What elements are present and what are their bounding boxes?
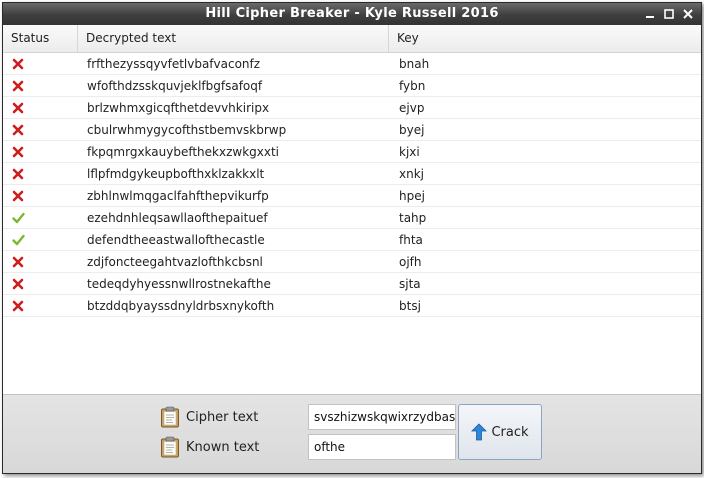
status-cell: [3, 278, 77, 290]
error-x-icon: [12, 278, 24, 289]
column-header-decrypted-text[interactable]: Decrypted text: [77, 25, 388, 52]
key-cell: byej: [399, 122, 425, 137]
decrypted-text-cell: lflpfmdgykeupbofthxklzakkxlt: [87, 166, 265, 181]
key-cell: bnah: [399, 56, 430, 71]
known-text-label-text: Known text: [186, 439, 260, 455]
key-cell: fhta: [399, 232, 423, 247]
maximize-button[interactable]: [660, 5, 678, 23]
known-text-input[interactable]: ofthe: [308, 434, 456, 460]
table-row[interactable]: ezehdnhleqsawllaofthepaituef tahp: [3, 207, 701, 229]
error-x-icon: [12, 146, 24, 157]
clipboard-icon: [161, 436, 179, 458]
decrypted-text-cell: frfthezyssqyvfetlvbafvaconfz: [87, 56, 261, 71]
close-button[interactable]: [679, 5, 697, 23]
results-table: Status Decrypted text Key frfthezyssqyvf…: [3, 25, 701, 394]
key-cell: kjxi: [399, 144, 420, 159]
table-body: frfthezyssqyvfetlvbafvaconfz bnah wfofthdz…: [3, 53, 701, 317]
input-panel: Cipher text svszhizwskqwixrzydbas Known …: [3, 394, 701, 473]
column-header-status[interactable]: Status: [3, 25, 77, 52]
cipher-text-label: Cipher text: [160, 404, 258, 430]
error-x-icon: [12, 168, 24, 179]
clipboard-icon: [161, 406, 179, 428]
status-cell: [3, 256, 77, 268]
minimize-button[interactable]: [641, 5, 659, 23]
status-cell: [3, 300, 77, 312]
crack-button-label: Crack: [491, 424, 529, 440]
key-cell: ojfh: [399, 254, 422, 269]
decrypted-text-cell: tedeqdyhyessnwllrostnekafthe: [87, 276, 271, 291]
cipher-text-input[interactable]: svszhizwskqwixrzydbas: [308, 404, 456, 430]
key-cell: tahp: [399, 210, 427, 225]
status-cell: [3, 80, 77, 92]
table-row[interactable]: fkpqmrgxkauybefthekxzwkgxxti kjxi: [3, 141, 701, 163]
column-header-key[interactable]: Key: [388, 25, 701, 52]
error-x-icon: [12, 80, 24, 91]
status-cell: [3, 102, 77, 114]
app-window: Hill Cipher Breaker - Kyle Russell 2016 …: [2, 2, 702, 474]
error-x-icon: [12, 102, 24, 113]
table-row[interactable]: brlzwhmxgicqfthetdevvhkiripx ejvp: [3, 97, 701, 119]
key-cell: sjta: [399, 276, 421, 291]
error-x-icon: [12, 124, 24, 135]
error-x-icon: [12, 256, 24, 267]
window-title: Hill Cipher Breaker - Kyle Russell 2016: [205, 6, 499, 21]
error-x-icon: [12, 190, 24, 201]
decrypted-text-cell: btzddqbyayssdnyldrbsxnykofth: [87, 298, 275, 313]
table-row[interactable]: zbhlnwlmqgaclfahfthepvikurfp hpej: [3, 185, 701, 207]
key-cell: btsj: [399, 298, 421, 313]
title-bar[interactable]: Hill Cipher Breaker - Kyle Russell 2016: [3, 3, 701, 25]
maximize-icon: [664, 9, 674, 19]
decrypted-text-cell: defendtheeastwallofthecastle: [87, 232, 265, 247]
status-cell: [3, 212, 77, 224]
close-icon: [683, 9, 693, 19]
key-cell: fybn: [399, 78, 426, 93]
key-cell: ejvp: [399, 100, 425, 115]
decrypted-text-cell: wfofthdzsskquvjeklfbgfsafoqf: [87, 78, 263, 93]
key-cell: hpej: [399, 188, 425, 203]
minimize-icon: [646, 16, 654, 18]
error-x-icon: [12, 300, 24, 311]
table-row[interactable]: btzddqbyayssdnyldrbsxnykofth btsj: [3, 295, 701, 317]
known-text-label: Known text: [160, 434, 259, 460]
crack-button[interactable]: Crack: [458, 404, 542, 460]
decrypted-text-cell: brlzwhmxgicqfthetdevvhkiripx: [87, 100, 270, 115]
decrypted-text-cell: ezehdnhleqsawllaofthepaituef: [87, 210, 268, 225]
table-row[interactable]: frfthezyssqyvfetlvbafvaconfz bnah: [3, 53, 701, 75]
status-cell: [3, 124, 77, 136]
status-cell: [3, 146, 77, 158]
window-controls: [640, 3, 697, 25]
status-cell: [3, 234, 77, 246]
status-cell: [3, 58, 77, 70]
decrypted-text-cell: fkpqmrgxkauybefthekxzwkgxxti: [87, 144, 280, 159]
key-cell: xnkj: [399, 166, 424, 181]
decrypted-text-cell: cbulrwhmygycofthstbemvskbrwp: [87, 122, 287, 137]
cipher-text-label-text: Cipher text: [186, 409, 259, 425]
checkmark-icon: [12, 212, 25, 223]
table-row[interactable]: defendtheeastwallofthecastle fhta: [3, 229, 701, 251]
decrypted-text-cell: zdjfoncteegahtvazlofthkcbsnl: [87, 254, 263, 269]
table-row[interactable]: lflpfmdgykeupbofthxklzakkxlt xnkj: [3, 163, 701, 185]
checkmark-icon: [12, 234, 25, 245]
table-row[interactable]: tedeqdyhyessnwllrostnekafthe sjta: [3, 273, 701, 295]
table-row[interactable]: wfofthdzsskquvjeklfbgfsafoqf fybn: [3, 75, 701, 97]
status-cell: [3, 190, 77, 202]
table-row[interactable]: zdjfoncteegahtvazlofthkcbsnl ojfh: [3, 251, 701, 273]
table-header: Status Decrypted text Key: [3, 25, 701, 53]
arrow-up-icon: [471, 423, 488, 441]
decrypted-text-cell: zbhlnwlmqgaclfahfthepvikurfp: [87, 188, 269, 203]
error-x-icon: [12, 58, 24, 69]
table-row[interactable]: cbulrwhmygycofthstbemvskbrwp byej: [3, 119, 701, 141]
status-cell: [3, 168, 77, 180]
